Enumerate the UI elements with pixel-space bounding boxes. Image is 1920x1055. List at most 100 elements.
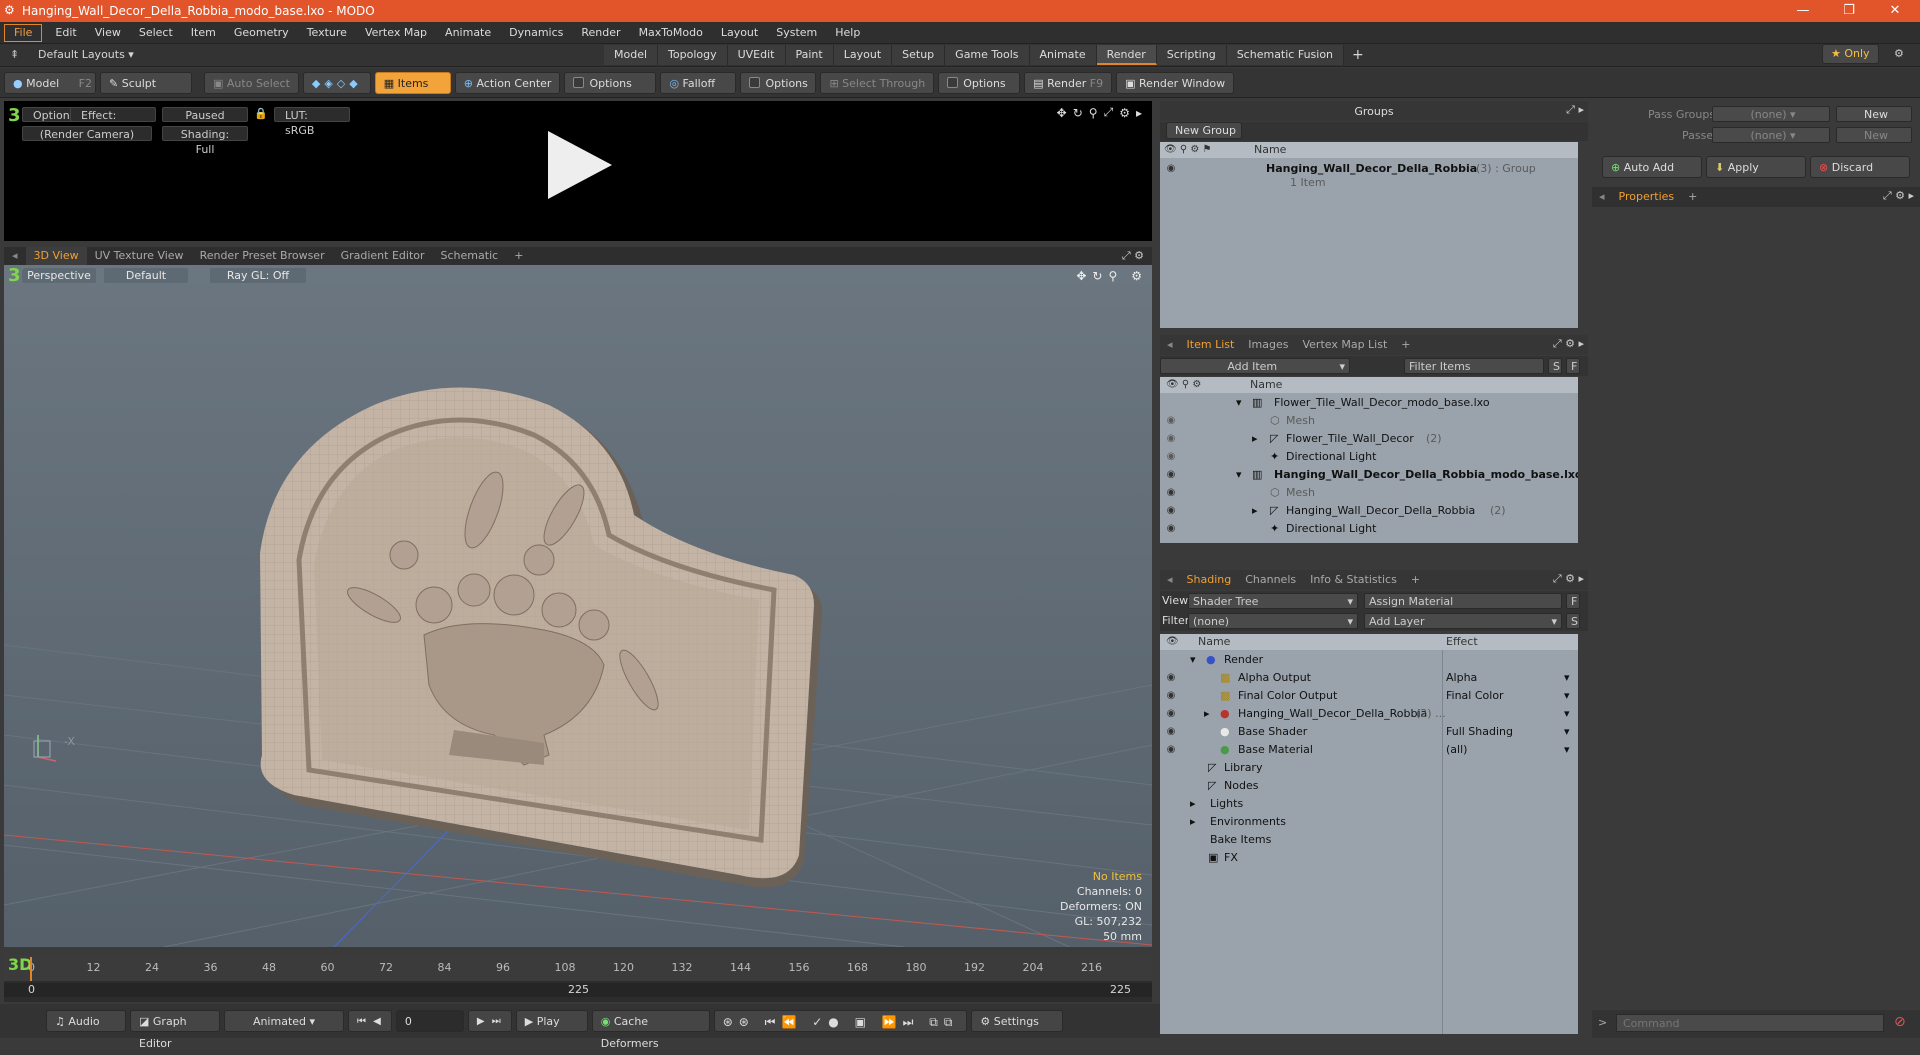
eye-icon[interactable]: ◉	[1164, 669, 1178, 687]
pass-groups-dropdown[interactable]: (none) ▾	[1712, 106, 1830, 122]
eye-icon[interactable]: ◉	[1164, 723, 1178, 741]
viewport-3d[interactable]: 3D Perspective Default Ray GL: Off -X ✥↻…	[4, 265, 1152, 947]
add-layout-tab-button[interactable]: +	[1344, 47, 1372, 63]
settings-icon[interactable]: ⚙	[1119, 106, 1130, 120]
tab-setup[interactable]: Setup	[892, 45, 946, 65]
shader-tree[interactable]: 👁 Name Effect ▾ ● Render ◉ ▩ Alpha Output Alp…	[1160, 634, 1578, 1034]
cache-deformers-button[interactable]: ◉ Cache Deformers	[591, 1010, 710, 1050]
graph-editor-button[interactable]: ◪ Graph Editor	[130, 1010, 220, 1050]
assign-material-button[interactable]: Assign Material	[1364, 593, 1562, 609]
close-button[interactable]: ✕	[1872, 0, 1918, 22]
item-row[interactable]: ◉ ▸ ◸ Hanging_Wall_Decor_Della_Robbia (2)	[1160, 502, 1578, 520]
panel-arrow-icon[interactable]: ◂	[1160, 336, 1180, 354]
add-shading-tab-button[interactable]: +	[1404, 571, 1427, 589]
shader-row[interactable]: ◸ Library	[1160, 759, 1578, 777]
shader-row[interactable]: ◉ ▸ ● Hanging_Wall_Decor_Della_Robbia (2) ..…	[1160, 705, 1578, 723]
item-row[interactable]: ◉ ▾ ▥ Hanging_Wall_Decor_Della_Robbia_modo_…	[1160, 466, 1583, 484]
shading-s-button[interactable]: S	[1566, 613, 1580, 629]
menu-select[interactable]: Select	[130, 22, 182, 44]
gear-icon[interactable]: ⚙	[1894, 47, 1904, 60]
expand-arrow-icon[interactable]: ▸	[1252, 502, 1258, 520]
tab-topology[interactable]: Topology	[658, 45, 728, 65]
timeline[interactable]: 3D 0122436486072849610812013214415616818…	[4, 955, 1152, 1002]
eye-icon[interactable]: ◉	[1164, 520, 1178, 538]
render-button[interactable]: ▤ Render F9	[1024, 71, 1113, 94]
skip-end-buttons[interactable]: ▶ ⏭	[467, 1010, 512, 1032]
shader-row[interactable]: ◉ ● Base Material (all) ▾	[1160, 741, 1578, 759]
shader-row[interactable]: ◉ ● Base Shader Full Shading ▾	[1160, 723, 1578, 741]
effect-dropdown-arrow[interactable]: ▾	[1564, 723, 1570, 741]
eye-icon[interactable]: ◉	[1164, 448, 1178, 466]
restore-button[interactable]: ❐	[1826, 0, 1872, 22]
itemlist-scrollbar[interactable]	[1578, 377, 1588, 543]
tab-model[interactable]: Model	[604, 45, 659, 65]
expand-arrow-icon[interactable]: ▾	[1236, 466, 1242, 484]
tab-channels[interactable]: Channels	[1238, 571, 1303, 589]
tab-animate[interactable]: Animate	[1029, 45, 1097, 65]
menu-geometry[interactable]: Geometry	[225, 22, 298, 44]
only-toggle[interactable]: ★ Only	[1822, 44, 1879, 64]
menu-file[interactable]: File	[4, 23, 43, 42]
item-row[interactable]: ◉ ⬡ Mesh	[1160, 484, 1578, 502]
shader-row[interactable]: ▾ ● Render	[1160, 651, 1578, 669]
expand-arrow-icon[interactable]: ▾	[1190, 651, 1196, 669]
add-item-dropdown[interactable]: Add Item ▾	[1160, 358, 1350, 374]
eye-icon[interactable]: ◉	[1164, 412, 1178, 430]
add-itemlist-tab-button[interactable]: +	[1394, 336, 1417, 354]
move-icon[interactable]: ✥	[1076, 269, 1086, 283]
menu-help[interactable]: Help	[826, 22, 869, 44]
menu-view[interactable]: View	[86, 22, 130, 44]
shader-row[interactable]: ◸ Nodes	[1160, 777, 1578, 795]
shading-scrollbar[interactable]	[1578, 634, 1588, 1034]
shading-dropdown[interactable]: Shading: Full	[162, 126, 248, 156]
item-row[interactable]: ▾ ▥ Flower_Tile_Wall_Decor_modo_base.lxo	[1160, 394, 1578, 412]
tab-item-list[interactable]: Item List	[1180, 336, 1242, 354]
menu-edit[interactable]: Edit	[46, 22, 85, 44]
view-maximize-icon[interactable]: ⤢ ⚙	[1122, 249, 1144, 263]
passes-dropdown[interactable]: (none) ▾	[1712, 127, 1830, 143]
discard-button[interactable]: ⊗ Discard	[1810, 156, 1910, 178]
menu-item[interactable]: Item	[182, 22, 225, 44]
item-row[interactable]: ◉ ✦ Directional Light	[1160, 520, 1578, 538]
lut-dropdown[interactable]: LUT: sRGB	[274, 107, 350, 137]
viewport-settings-icon[interactable]: ⚙	[1131, 269, 1142, 283]
play-icon[interactable]	[548, 131, 612, 199]
maximize-icon[interactable]: ⤢	[1104, 105, 1114, 120]
perspective-dropdown[interactable]: Perspective	[22, 268, 96, 283]
effect-dropdown[interactable]: Effect: (Shadi...	[70, 107, 156, 137]
menu-maxtomodo[interactable]: MaxToModo	[630, 22, 712, 44]
effect-dropdown-arrow[interactable]: ▾	[1564, 687, 1570, 705]
effect-dropdown-arrow[interactable]: ▾	[1564, 705, 1570, 723]
tab-info-statistics[interactable]: Info & Statistics	[1303, 571, 1404, 589]
stop-icon[interactable]: ⊘	[1894, 1014, 1906, 1030]
tab-paint[interactable]: Paint	[785, 45, 834, 65]
shading-f-button[interactable]: F	[1566, 593, 1580, 609]
expand-arrow-icon[interactable]: ▸	[1204, 705, 1210, 723]
shader-tree-dropdown[interactable]: Shader Tree ▾	[1188, 593, 1358, 609]
new-pass-group-button[interactable]: New	[1836, 106, 1912, 122]
falloff-options[interactable]: Options	[740, 71, 817, 94]
filter-items-field[interactable]: Filter Items	[1404, 358, 1544, 374]
tab-properties[interactable]: Properties	[1612, 188, 1682, 206]
eye-icon[interactable]: ◉	[1164, 502, 1178, 520]
tab-layout[interactable]: Layout	[833, 45, 893, 65]
action-center-options[interactable]: Options	[564, 71, 657, 94]
tab-images[interactable]: Images	[1241, 336, 1295, 354]
menu-layout[interactable]: Layout	[712, 22, 767, 44]
shader-row[interactable]: ◉ ▩ Alpha Output Alpha ▾	[1160, 669, 1578, 687]
items-mode-button[interactable]: ▦ Items	[374, 71, 451, 94]
zoom-icon[interactable]: ⚲	[1089, 106, 1098, 120]
move-icon[interactable]: ✥	[1057, 106, 1067, 120]
viewport-canvas[interactable]	[4, 265, 1152, 947]
menu-dynamics[interactable]: Dynamics	[500, 22, 572, 44]
eye-icon[interactable]: ◉	[1164, 160, 1178, 178]
expand-arrow-icon[interactable]: ▾	[1236, 394, 1242, 412]
tab-render-preset-browser[interactable]: Render Preset Browser	[192, 247, 333, 265]
groups-list[interactable]: 👁 ⚲ ⚙ ⚑ Name ◉ Hanging_Wall_Decor_Della_…	[1160, 142, 1578, 328]
paused-button[interactable]: Paused	[162, 107, 248, 122]
default-layouts-dropdown[interactable]: Default Layouts ▾	[38, 48, 134, 61]
sculpt-button[interactable]: ✎ Sculpt	[100, 71, 192, 94]
select-through-button[interactable]: ⊞ Select Through	[820, 71, 935, 94]
itemlist-expand-icon[interactable]: ⤢ ⚙ ▸	[1553, 337, 1584, 351]
eye-icon[interactable]: ◉	[1164, 430, 1178, 448]
